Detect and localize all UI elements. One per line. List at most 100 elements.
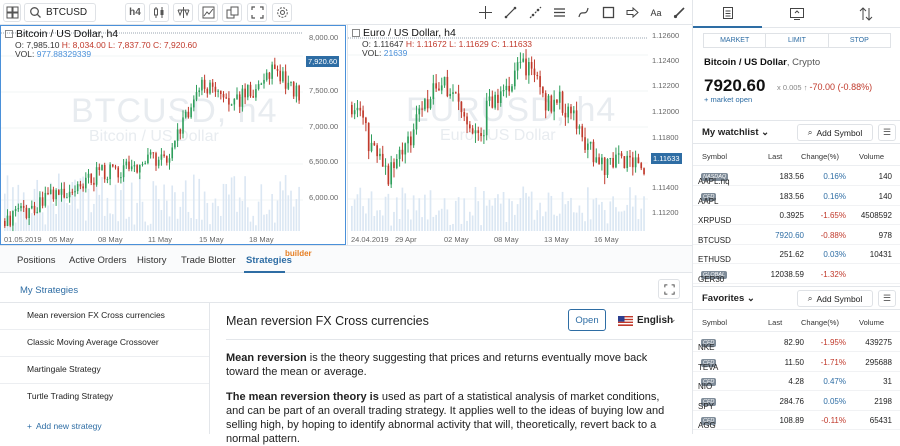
brush-tool-icon[interactable]	[669, 3, 689, 22]
volume-bar	[155, 185, 157, 231]
trading-tab[interactable]	[762, 0, 831, 28]
col-last[interactable]: Last	[768, 152, 782, 161]
open-button[interactable]: Open	[568, 309, 606, 331]
tab-positions[interactable]: Positions	[17, 255, 56, 266]
strategy-item[interactable]: Mean reversion FX Cross currencies	[0, 303, 209, 330]
add-symbol-button[interactable]: ⌕ Add Symbol	[797, 124, 873, 141]
order-type-selector: MARKET LIMIT STOP	[703, 33, 891, 48]
rectangle-tool-icon[interactable]	[597, 3, 619, 22]
strategy-item[interactable]: Turtle Trading Strategy	[0, 384, 209, 411]
order-type-market[interactable]: MARKET	[704, 34, 767, 47]
order-type-stop[interactable]: STOP	[829, 34, 890, 47]
candle-body	[217, 90, 219, 92]
watchlist-title[interactable]: My watchlist ⌄	[702, 127, 769, 138]
compare-scale-icon[interactable]	[173, 3, 193, 22]
checkbox-icon[interactable]	[352, 29, 360, 37]
candle-body	[485, 100, 488, 136]
order-type-limit[interactable]: LIMIT	[766, 34, 829, 47]
layout-grid-icon[interactable]	[3, 3, 21, 22]
table-row[interactable]: TEVA CFD 11.50 -1.71% 295688	[693, 353, 900, 372]
horizontal-lines-icon[interactable]	[548, 3, 570, 22]
col-last[interactable]: Last	[768, 318, 782, 327]
table-row[interactable]: SPY CFD 284.76 0.05% 2198	[693, 392, 900, 411]
tab-trade-blotter[interactable]: Trade Blotter	[181, 255, 236, 266]
tab-active-orders[interactable]: Active Orders	[69, 255, 127, 266]
table-row[interactable]: BTCUSD 7920.60 -0.88% 978	[693, 226, 900, 245]
candle-body	[47, 192, 49, 195]
arrow-up-icon: ↑	[803, 83, 808, 92]
candle-body	[592, 141, 595, 163]
arrow-tool-icon[interactable]	[621, 3, 643, 22]
table-row[interactable]: NKE CFD 82.90 -1.95% 439275	[693, 333, 900, 352]
candle-body	[184, 111, 187, 118]
table-row[interactable]: AAPL.nq NASDAQ 183.56 0.16% 140	[693, 167, 900, 186]
candle-body	[179, 129, 182, 134]
candle-body	[22, 206, 25, 208]
volume-bar	[572, 212, 575, 231]
symbol-search-input[interactable]: BTCUSD	[24, 3, 96, 22]
expand-icon[interactable]	[658, 279, 680, 299]
table-row[interactable]: AGG CFD 108.89 -0.11% 65431	[693, 411, 900, 430]
candle-body	[640, 163, 643, 169]
volume-bar	[166, 200, 168, 231]
timeframe-button[interactable]: h4	[125, 3, 145, 22]
order-ticket-tab[interactable]	[693, 0, 762, 28]
candle-body	[58, 190, 60, 195]
table-row[interactable]: GER30 GLOBAL 12038.59 -1.32%	[693, 265, 900, 284]
tab-history[interactable]: History	[137, 255, 167, 266]
col-volume[interactable]: Volume	[859, 318, 884, 327]
chevron-down-icon[interactable]: ⌄	[669, 314, 677, 325]
templates-icon[interactable]	[222, 3, 242, 22]
search-icon: ⌕	[807, 293, 813, 303]
chart-title: Euro / US Dollar, h4	[352, 27, 456, 39]
eur-chart-panel[interactable]: EURUSD, h4 Euro / US Dollar Euro / US Do…	[347, 25, 692, 245]
col-change[interactable]: Change(%)	[801, 152, 839, 161]
strategy-item[interactable]: Martingale Strategy	[0, 357, 209, 384]
text-tool-button[interactable]: Aa	[645, 3, 667, 22]
sorting-tab[interactable]	[831, 0, 900, 28]
candle-body	[404, 143, 407, 155]
add-symbol-button[interactable]: ⌕ Add Symbol	[797, 290, 873, 307]
candle-body	[263, 79, 265, 84]
chart-type-icon[interactable]	[149, 3, 169, 22]
strategy-item[interactable]: Classic Moving Average Crossover	[0, 330, 209, 357]
volume-bar	[606, 223, 609, 231]
col-volume[interactable]: Volume	[859, 152, 884, 161]
language-select[interactable]: English	[637, 315, 673, 326]
candle-body	[244, 88, 246, 98]
path-tool-icon[interactable]	[572, 3, 594, 22]
volume-bar	[176, 218, 179, 231]
crosshair-icon[interactable]	[474, 3, 496, 22]
candle-body	[564, 112, 567, 118]
fullscreen-icon[interactable]	[247, 3, 267, 22]
indicators-icon[interactable]	[198, 3, 218, 22]
time-tick: 05 May	[49, 235, 74, 244]
col-symbol[interactable]: Symbol	[702, 318, 727, 327]
volume-bar	[182, 191, 184, 231]
col-symbol[interactable]: Symbol	[702, 152, 727, 161]
settings-gear-icon[interactable]	[272, 3, 292, 22]
candle-body	[415, 114, 418, 130]
col-change[interactable]: Change(%)	[801, 318, 839, 327]
volume-bar	[511, 201, 513, 231]
trend-line-icon[interactable]	[499, 3, 521, 22]
candle-body	[44, 192, 47, 206]
volume-bar	[513, 214, 516, 231]
table-row[interactable]: XRPUSD 0.3925 -1.65% 4508592	[693, 206, 900, 225]
volume-bar	[469, 211, 471, 231]
candle-body	[17, 208, 20, 210]
add-strategy-button[interactable]: + Add new strategy	[27, 421, 102, 431]
favorites-title[interactable]: Favorites ⌄	[702, 293, 755, 304]
checkbox-icon[interactable]	[5, 30, 13, 38]
candle-body	[587, 143, 589, 150]
table-row[interactable]: NIO CFD 4.28 0.47% 31	[693, 372, 900, 391]
my-strategies-tab[interactable]: My Strategies	[20, 285, 78, 296]
menu-icon[interactable]: ☰	[878, 290, 896, 307]
candle-body	[393, 162, 395, 169]
chevron-down-icon: ⌄	[746, 293, 755, 304]
table-row[interactable]: AAPL CFD 183.56 0.16% 140	[693, 187, 900, 206]
menu-icon[interactable]: ☰	[878, 124, 896, 141]
table-row[interactable]: ETHUSD 251.62 0.03% 10431	[693, 245, 900, 264]
ray-tool-icon[interactable]	[524, 3, 546, 22]
btc-chart-panel[interactable]: BTCUSD, h4 Bitcoin / US Dollar Bitcoin /…	[0, 25, 346, 245]
